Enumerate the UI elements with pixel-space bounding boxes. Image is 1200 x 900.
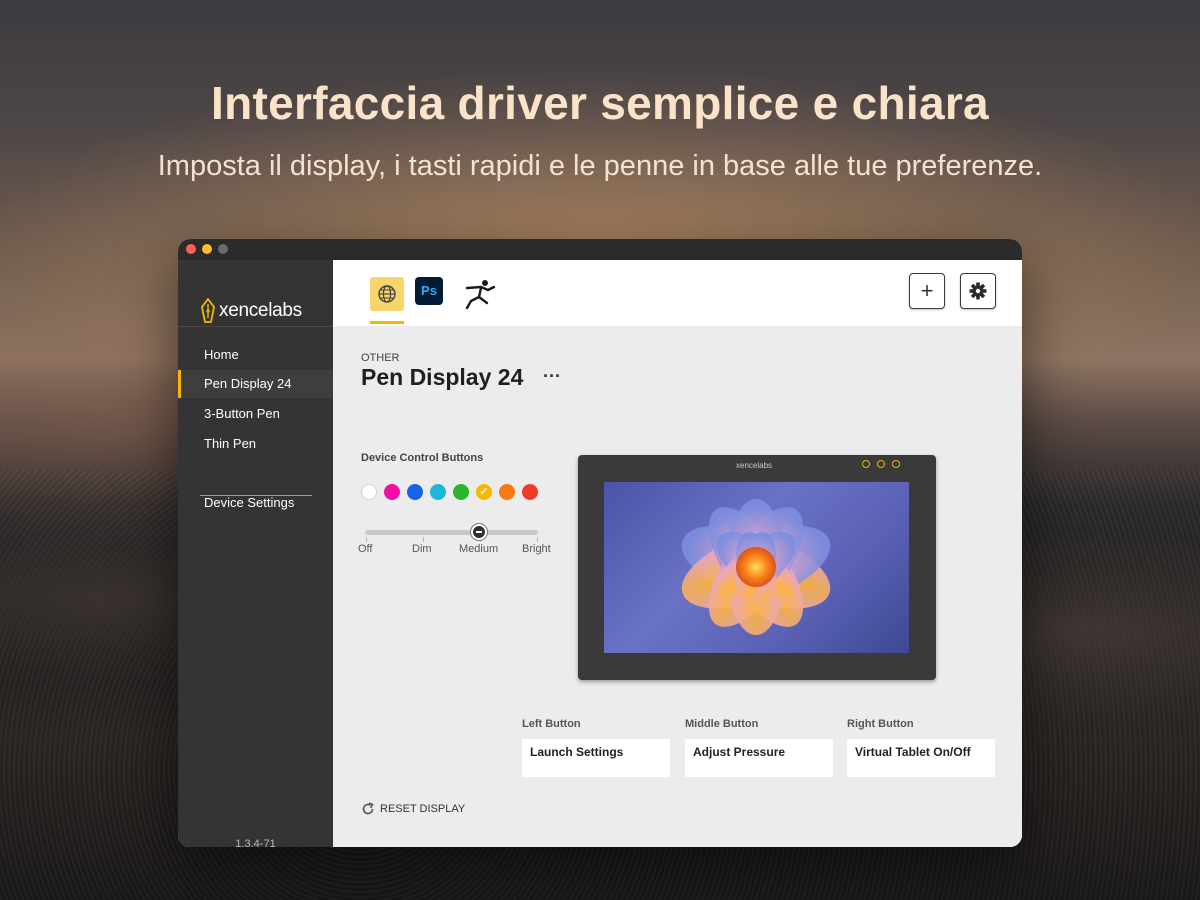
hero-subtitle: Imposta il display, i tasti rapidi e le … bbox=[157, 150, 1043, 182]
left-button-label: Left Button bbox=[522, 718, 581, 730]
sidebar: xencelabs Home Pen Display 24 3-Button P… bbox=[178, 260, 333, 847]
color-swatch[interactable] bbox=[453, 484, 469, 500]
main-panel: Ps + OTHER Pen Display 24 ··· Device Con… bbox=[333, 260, 1022, 847]
xencelabs-logo: xencelabs bbox=[200, 298, 302, 324]
brightness-label-dim: Dim bbox=[412, 543, 432, 555]
hero-title: Interfaccia driver semplice e chiara bbox=[211, 77, 989, 129]
device-led-button bbox=[877, 460, 885, 468]
sidebar-item-home[interactable]: Home bbox=[178, 341, 333, 369]
right-button-action-select[interactable]: Virtual Tablet On/Off bbox=[847, 739, 995, 777]
logo-text: xencelabs bbox=[219, 300, 302, 321]
sidebar-item-thin-pen[interactable]: Thin Pen bbox=[178, 430, 333, 458]
window-close-button[interactable] bbox=[186, 244, 196, 254]
plus-icon: + bbox=[920, 278, 934, 303]
window-minimize-button[interactable] bbox=[202, 244, 212, 254]
brightness-label-off: Off bbox=[358, 543, 373, 555]
globe-icon bbox=[378, 285, 396, 303]
more-options-button[interactable]: ··· bbox=[543, 366, 561, 387]
check-icon: ✓ bbox=[479, 486, 489, 498]
pen-display-preview: xencelabs bbox=[578, 455, 936, 680]
sidebar-item-3-button-pen[interactable]: 3-Button Pen bbox=[178, 400, 333, 428]
device-led-button bbox=[862, 460, 870, 468]
color-swatch[interactable] bbox=[430, 484, 446, 500]
page-title: Pen Display 24 bbox=[361, 364, 524, 390]
color-swatch[interactable] bbox=[522, 484, 538, 500]
flower-wallpaper-image bbox=[681, 499, 831, 635]
reset-display-button[interactable]: RESET DISPLAY bbox=[361, 802, 465, 816]
zbrush-icon bbox=[465, 280, 496, 310]
app-window: xencelabs Home Pen Display 24 3-Button P… bbox=[178, 239, 1022, 847]
settings-button[interactable] bbox=[960, 273, 996, 309]
tab-global-app[interactable] bbox=[370, 277, 404, 324]
reset-display-label: RESET DISPLAY bbox=[380, 803, 466, 815]
color-swatch[interactable]: ✓ bbox=[476, 484, 492, 500]
brightness-label-bright: Bright bbox=[522, 543, 551, 555]
color-swatch[interactable] bbox=[384, 484, 400, 500]
xencelabs-logo-icon bbox=[201, 298, 215, 323]
add-app-button[interactable]: + bbox=[909, 273, 945, 309]
window-zoom-button[interactable] bbox=[218, 244, 228, 254]
slider-tick bbox=[366, 537, 367, 542]
sidebar-divider bbox=[178, 326, 333, 327]
refresh-icon bbox=[362, 802, 374, 815]
breadcrumb: OTHER bbox=[361, 352, 400, 364]
sidebar-item-pen-display-24[interactable]: Pen Display 24 bbox=[178, 370, 333, 398]
color-swatch[interactable] bbox=[361, 484, 377, 500]
app-version: 1.3.4-71 bbox=[235, 838, 276, 847]
brightness-slider[interactable] bbox=[365, 530, 538, 535]
photoshop-icon: Ps bbox=[421, 283, 437, 298]
sidebar-item-device-settings[interactable]: Device Settings bbox=[178, 489, 333, 517]
device-brand-label: xencelabs bbox=[736, 461, 773, 470]
tab-photoshop[interactable]: Ps bbox=[415, 277, 443, 305]
device-screen-image bbox=[604, 482, 909, 653]
slider-tick bbox=[537, 537, 538, 542]
window-titlebar bbox=[178, 239, 1022, 260]
slider-tick bbox=[423, 537, 424, 542]
right-button-label: Right Button bbox=[847, 718, 914, 730]
gear-icon bbox=[969, 282, 987, 300]
device-control-buttons-label: Device Control Buttons bbox=[361, 452, 484, 464]
tab-zbrush[interactable] bbox=[461, 276, 496, 310]
device-led-button bbox=[892, 460, 900, 468]
middle-button-label: Middle Button bbox=[685, 718, 759, 730]
color-swatch[interactable] bbox=[499, 484, 515, 500]
brightness-slider-thumb[interactable] bbox=[471, 524, 487, 540]
app-toolbar: Ps + bbox=[333, 260, 1022, 326]
middle-button-action-select[interactable]: Adjust Pressure bbox=[685, 739, 833, 777]
brightness-label-medium: Medium bbox=[459, 543, 499, 555]
left-button-action-select[interactable]: Launch Settings bbox=[522, 739, 670, 777]
color-swatch[interactable] bbox=[407, 484, 423, 500]
